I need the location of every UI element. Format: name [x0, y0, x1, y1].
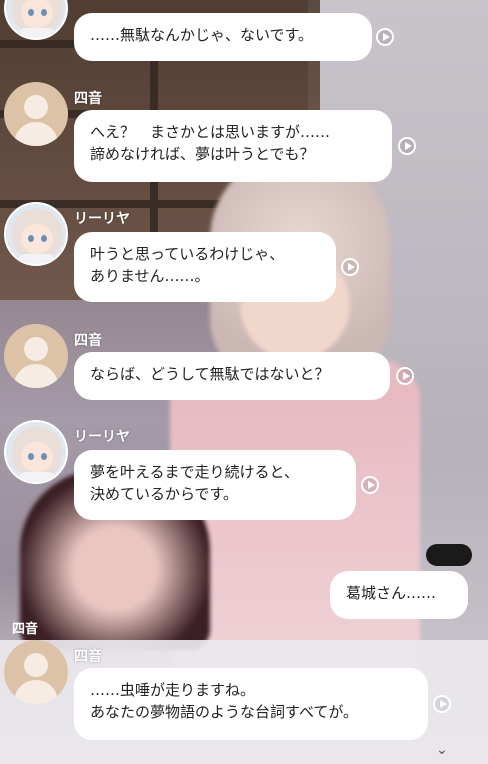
play-icon[interactable]: [376, 28, 394, 46]
message-bubble: ……虫唾が走りますね。 あなたの夢物語のような台詞すべてが。: [74, 668, 428, 740]
speaker-name: リーリヤ: [74, 211, 130, 227]
message-bubble: ならば、どうして無駄ではないと？: [74, 352, 390, 400]
play-icon[interactable]: [341, 258, 359, 276]
avatar-shion: [4, 324, 68, 388]
message-bubble-outgoing: 葛城さん……: [330, 571, 468, 619]
speaker-name: 四音: [74, 649, 102, 665]
play-icon[interactable]: [396, 367, 414, 385]
message-bubble: ……無駄なんかじゃ、ないです。: [74, 13, 372, 61]
avatar-lilja: [4, 420, 68, 484]
redacted-name: [426, 544, 472, 566]
play-icon[interactable]: [433, 695, 451, 713]
play-icon[interactable]: [398, 137, 416, 155]
avatar-shion: [4, 82, 68, 146]
message-bubble: 夢を叶えるまで走り続けると、 決めているからです。: [74, 450, 356, 520]
dialogue-panel-speaker: 四音: [12, 622, 39, 637]
speaker-name: 四音: [74, 333, 102, 349]
message-bubble: 叶うと思っているわけじゃ、 ありません……。: [74, 232, 336, 302]
avatar-shion: [4, 640, 68, 704]
message-bubble: へえ？ まさかとは思いますが…… 諦めなければ、夢は叶うとでも？: [74, 110, 392, 182]
speaker-name: 四音: [74, 91, 102, 107]
chevron-down-icon[interactable]: ⌄: [436, 742, 448, 758]
speaker-name: リーリヤ: [74, 429, 130, 445]
avatar-lilja: [4, 202, 68, 266]
play-icon[interactable]: [361, 476, 379, 494]
